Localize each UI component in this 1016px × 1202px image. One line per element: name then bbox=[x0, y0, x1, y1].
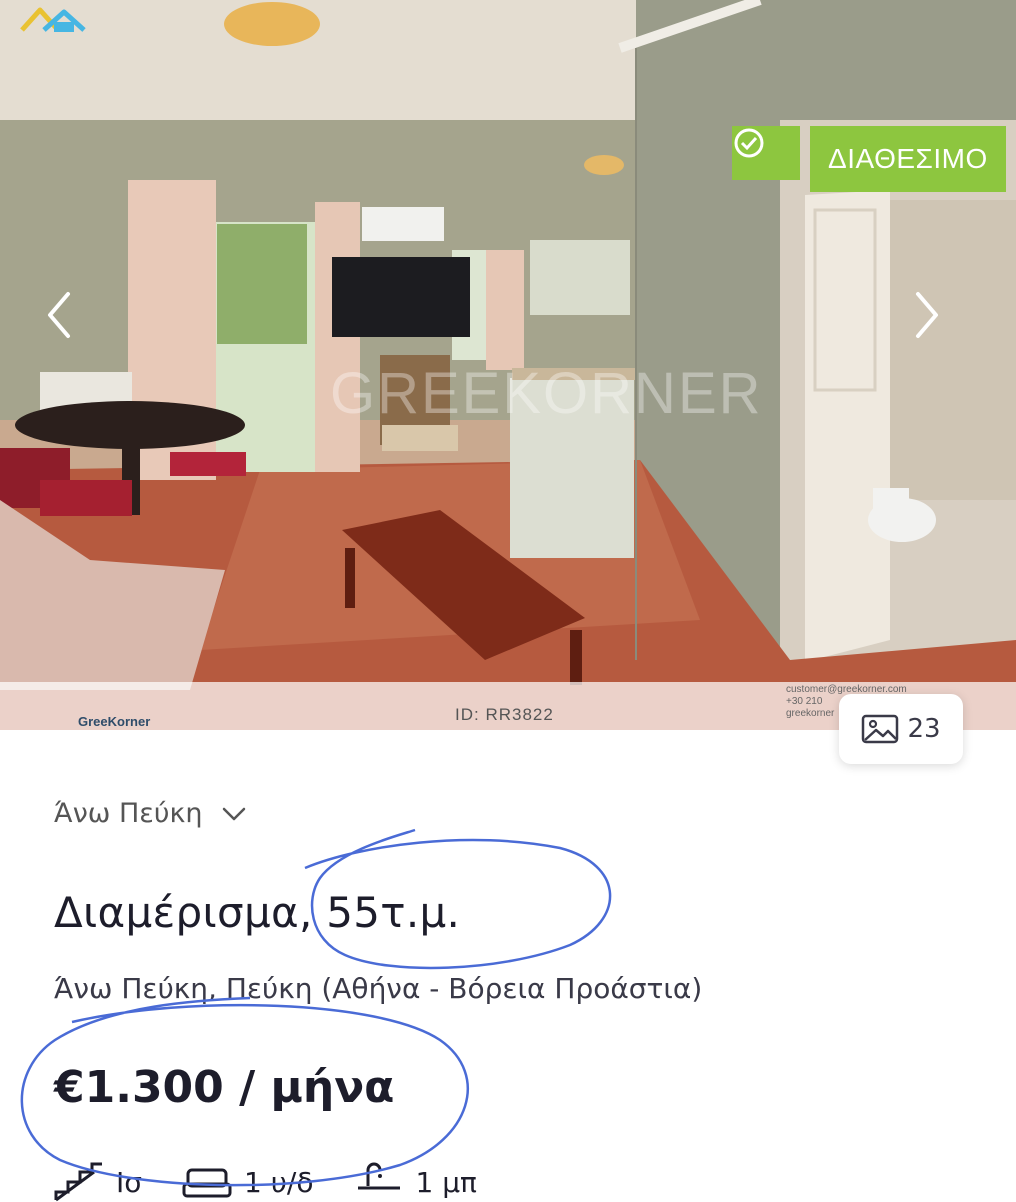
feature-bedrooms-label: 1 υ/δ bbox=[244, 1165, 314, 1199]
status-badge: ΔΙΑΘΕΣΙΜΟ bbox=[732, 126, 1006, 192]
greekorner-logo bbox=[20, 7, 86, 32]
chevron-left-icon bbox=[48, 292, 70, 338]
feature-bathrooms: 1 μπ bbox=[354, 1162, 477, 1202]
feature-bathrooms-label: 1 μπ bbox=[415, 1165, 477, 1199]
photo-count-button[interactable]: 23 bbox=[839, 694, 963, 764]
shower-icon bbox=[357, 1162, 400, 1190]
photo-watermark: GREEKORNER bbox=[330, 361, 763, 426]
check-icon bbox=[732, 126, 800, 180]
photo-id: ID: RR3822 bbox=[455, 705, 554, 724]
status-badge-label: ΔΙΑΘΕΣΙΜΟ bbox=[810, 126, 1006, 192]
bed-icon bbox=[182, 1168, 232, 1198]
listing-title: Διαμέρισμα, 55τ.μ. bbox=[54, 888, 461, 937]
listing-price: €1.300 / μήνα bbox=[54, 1062, 395, 1113]
photo-gallery[interactable]: GREEKORNER ΔΙΑΘΕΣΙΜΟ GreeKorner ID: RR38… bbox=[0, 0, 1016, 730]
chevron-right-icon bbox=[916, 292, 938, 338]
features-row: Ισ 1 υ/δ 1 μπ bbox=[54, 1162, 477, 1202]
logo-text: GreeKorner bbox=[78, 714, 151, 729]
image-icon bbox=[862, 714, 899, 744]
next-photo-button[interactable] bbox=[912, 290, 972, 350]
feature-floor: Ισ bbox=[54, 1162, 142, 1202]
feature-bedrooms: 1 υ/δ bbox=[182, 1162, 314, 1202]
previous-photo-button[interactable] bbox=[44, 290, 104, 350]
area-selector[interactable]: Άνω Πεύκη bbox=[54, 798, 247, 829]
chevron-down-icon bbox=[222, 807, 245, 820]
photo-count-label: 23 bbox=[907, 714, 941, 744]
listing-address: Άνω Πεύκη, Πεύκη (Αθήνα - Βόρεια Προάστι… bbox=[54, 972, 703, 1005]
feature-floor-label: Ισ bbox=[116, 1165, 143, 1199]
area-label: Άνω Πεύκη bbox=[54, 798, 203, 829]
stairs-icon bbox=[54, 1162, 102, 1202]
